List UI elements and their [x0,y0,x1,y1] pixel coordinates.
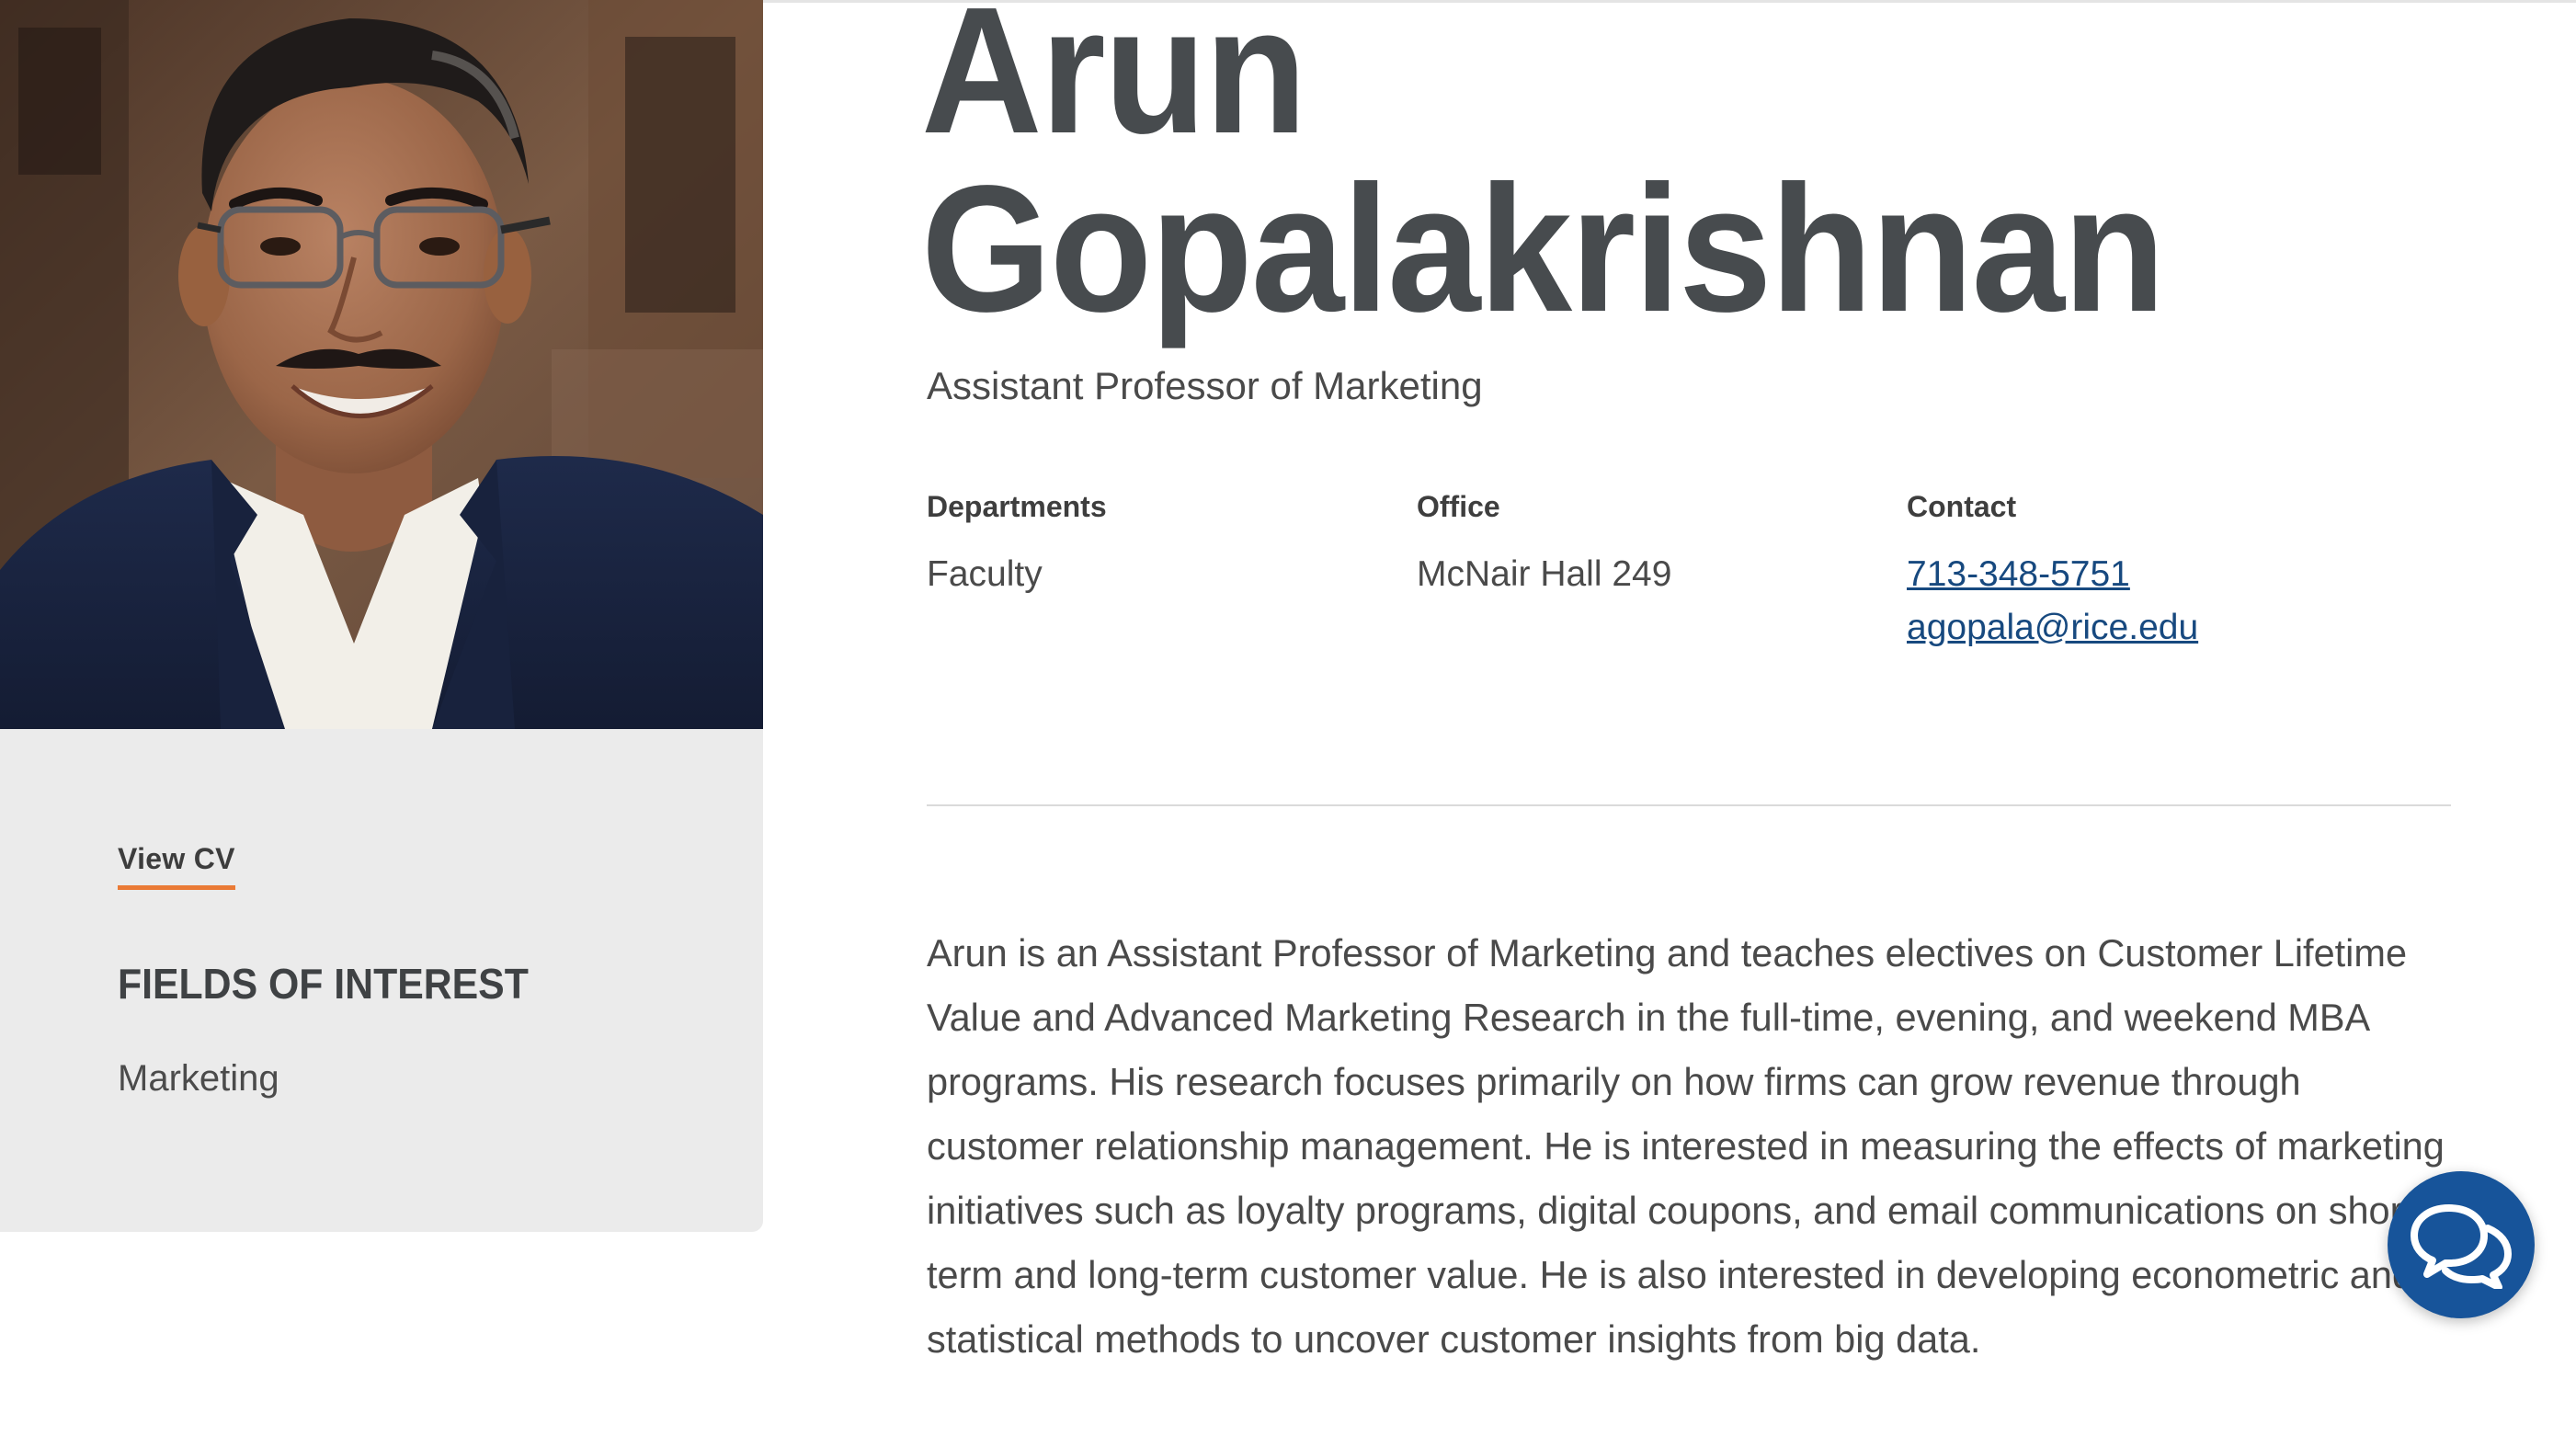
chat-bubbles-icon [2411,1204,2512,1289]
profile-photo [0,0,763,729]
office-label: Office [1417,490,1500,523]
profile-title: Assistant Professor of Marketing [927,364,1483,407]
sidebar-panel: View CV FIELDS OF INTEREST Marketing [0,729,763,1232]
bio-text: Arun is an Assistant Professor of Market… [927,931,2445,1361]
fields-of-interest-value: Marketing [118,1058,279,1099]
profile-last-name: Gopalakrishnan [921,148,2165,349]
fields-of-interest-heading: FIELDS OF INTEREST [118,960,529,1008]
profile-first-name: Arun [921,0,1307,171]
view-cv-link[interactable]: View CV [118,842,235,890]
profile-page: View CV FIELDS OF INTEREST Marketing Aru… [0,0,2576,1436]
phone-link[interactable]: 713-348-5751 [1907,554,2130,595]
departments-value: Faculty [927,554,1043,594]
contact-label: Contact [1907,490,2017,523]
section-divider [927,804,2451,806]
office-value: McNair Hall 249 [1417,554,1672,594]
email-link[interactable]: agopala@rice.edu [1907,608,2198,648]
departments-label: Departments [927,490,1107,523]
chat-button[interactable] [2388,1171,2535,1318]
profile-name: Arun Gopalakrishnan [921,0,2165,339]
